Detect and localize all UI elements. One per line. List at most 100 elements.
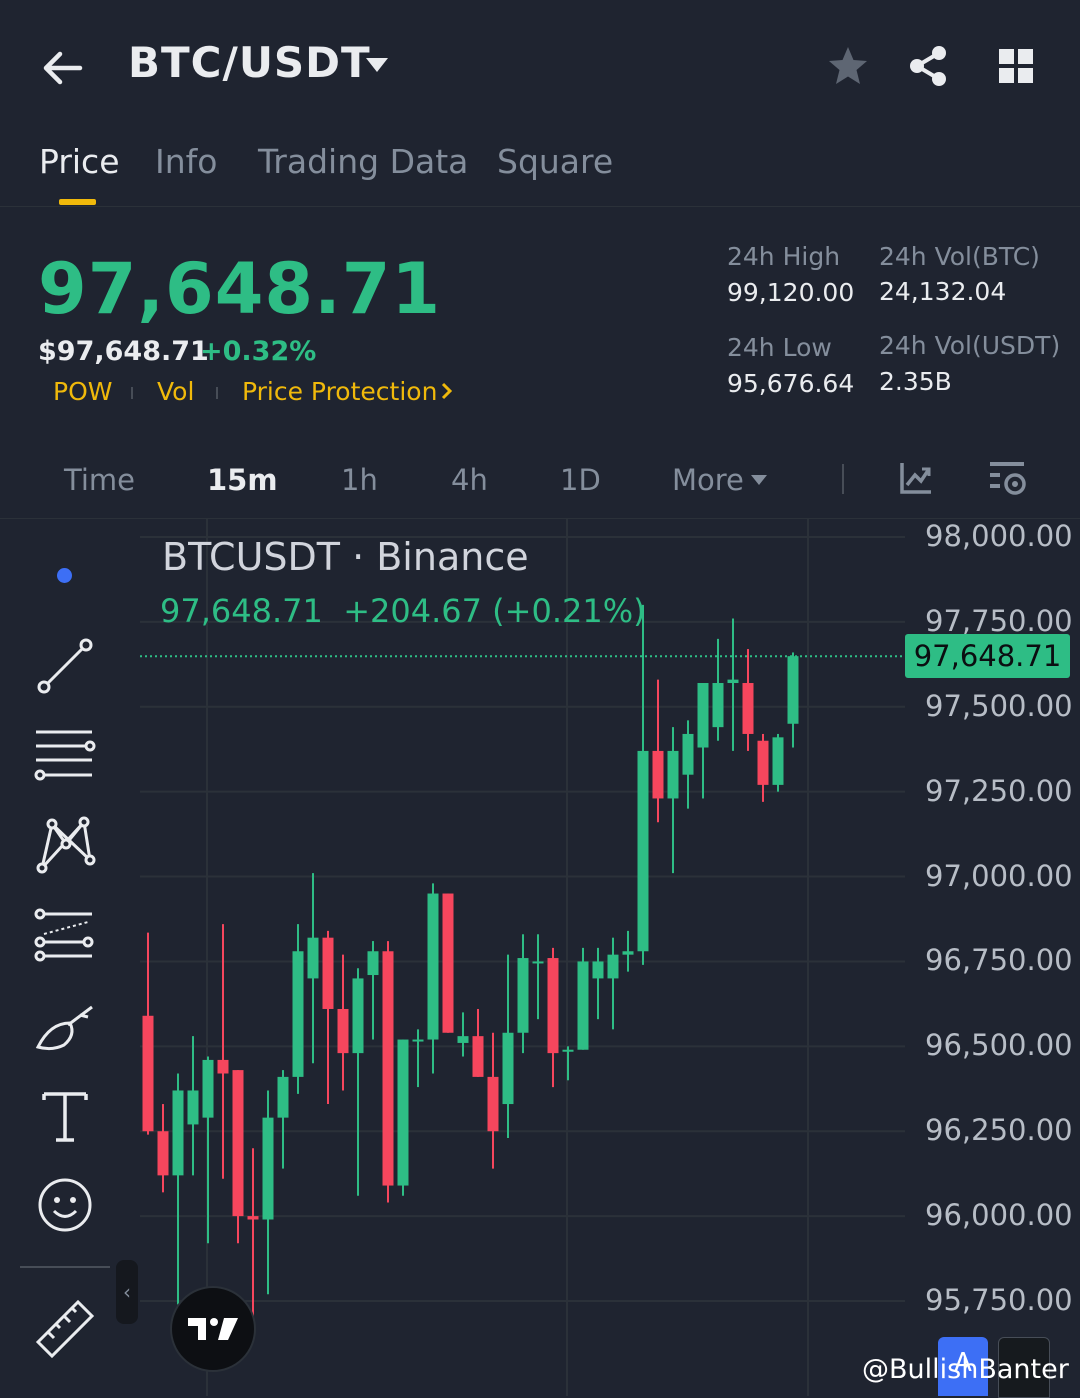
more-caret-icon[interactable] bbox=[750, 474, 768, 486]
active-tool-dot bbox=[57, 568, 72, 583]
candle-body bbox=[307, 937, 319, 979]
candle-body bbox=[322, 937, 334, 1009]
candle-up bbox=[712, 638, 724, 741]
candle-body bbox=[547, 958, 559, 1054]
grid-menu-icon[interactable] bbox=[996, 46, 1036, 86]
candle-up bbox=[517, 934, 529, 1054]
candle-down bbox=[742, 649, 754, 751]
tab-price[interactable]: Price bbox=[39, 142, 120, 181]
candle-up bbox=[397, 1039, 409, 1196]
candle-body bbox=[562, 1049, 574, 1052]
horizontal-lines-tool-icon[interactable] bbox=[30, 720, 100, 790]
candle-up bbox=[727, 618, 739, 751]
chart-settings-icon[interactable] bbox=[988, 460, 1028, 498]
indicators-icon[interactable] bbox=[898, 460, 934, 496]
ruler-tool-icon[interactable] bbox=[30, 1292, 100, 1362]
candle-body bbox=[532, 961, 544, 964]
tab-trading-data[interactable]: Trading Data bbox=[258, 142, 468, 181]
share-icon[interactable] bbox=[906, 44, 950, 88]
candle-up bbox=[637, 604, 649, 965]
candle-up bbox=[412, 1029, 424, 1088]
back-arrow-icon[interactable] bbox=[40, 46, 84, 90]
toolbar-separator bbox=[20, 1266, 110, 1268]
candle-body bbox=[577, 961, 589, 1050]
y-axis-label: 96,500.00 bbox=[925, 1028, 1073, 1063]
chevron-right-icon[interactable] bbox=[440, 381, 454, 401]
interval-4h[interactable]: 4h bbox=[451, 463, 488, 497]
candle-up bbox=[457, 1012, 469, 1057]
interval-15m[interactable]: 15m bbox=[207, 463, 278, 497]
candle-body bbox=[202, 1059, 214, 1118]
candle-up bbox=[352, 968, 364, 1196]
tag-vol[interactable]: Vol bbox=[157, 377, 194, 406]
text-tool-icon[interactable] bbox=[30, 1082, 100, 1152]
candle-body bbox=[502, 1032, 514, 1105]
candle-up bbox=[427, 883, 439, 1074]
candle-body bbox=[247, 1216, 259, 1220]
candle-up bbox=[532, 934, 544, 1020]
candle-down bbox=[337, 954, 349, 1091]
fib-levels-tool-icon[interactable] bbox=[30, 900, 100, 970]
candle-up bbox=[307, 873, 319, 1064]
vol-usdt-value: 2.35B bbox=[879, 367, 952, 396]
last-price: 97,648.71 bbox=[38, 248, 442, 330]
candle-down bbox=[382, 941, 394, 1203]
candle-up bbox=[592, 947, 604, 1020]
interval-time[interactable]: Time bbox=[64, 463, 135, 497]
candle-body bbox=[412, 1039, 424, 1042]
percent-change: +0.32% bbox=[200, 336, 317, 367]
candle-up bbox=[772, 733, 784, 792]
watermark-handle: @BullishBanter bbox=[862, 1354, 1069, 1385]
candle-body bbox=[487, 1076, 499, 1132]
brush-tool-icon[interactable] bbox=[30, 995, 100, 1065]
interval-more[interactable]: More bbox=[672, 463, 744, 497]
emoji-tool-icon[interactable] bbox=[30, 1170, 100, 1240]
candle-up bbox=[277, 1070, 289, 1169]
toolbar-collapse-handle[interactable]: ‹ bbox=[116, 1260, 138, 1324]
tab-info[interactable]: Info bbox=[155, 142, 217, 181]
low-value: 95,676.64 bbox=[727, 369, 855, 398]
tag-pow[interactable]: POW bbox=[53, 377, 112, 406]
candle-up bbox=[682, 720, 694, 809]
candle-body bbox=[517, 958, 529, 1033]
pair-title[interactable]: BTC/USDT bbox=[128, 38, 371, 87]
candle-body bbox=[352, 978, 364, 1054]
pair-dropdown-caret-icon[interactable] bbox=[364, 56, 390, 74]
tag-price-protection[interactable]: Price Protection bbox=[242, 377, 437, 406]
candle-body bbox=[457, 1036, 469, 1043]
high-label: 24h High bbox=[727, 242, 841, 271]
candle-body bbox=[682, 733, 694, 775]
candle-body bbox=[607, 954, 619, 979]
candle-down bbox=[232, 1070, 244, 1244]
tradingview-logo[interactable] bbox=[170, 1286, 256, 1372]
candle-up bbox=[667, 727, 679, 874]
candle-body bbox=[142, 1015, 154, 1132]
interval-1h[interactable]: 1h bbox=[341, 463, 378, 497]
candle-body bbox=[712, 683, 724, 728]
candle-body bbox=[232, 1070, 244, 1217]
candle-body bbox=[667, 750, 679, 799]
candle-up bbox=[562, 1046, 574, 1081]
favorite-star-icon[interactable] bbox=[826, 44, 870, 88]
candle-body bbox=[772, 737, 784, 785]
candle-up bbox=[292, 924, 304, 1094]
candle-body bbox=[382, 951, 394, 1186]
candle-up bbox=[622, 930, 634, 972]
tab-square[interactable]: Square bbox=[497, 142, 613, 181]
candle-body bbox=[217, 1059, 229, 1074]
candle-body bbox=[367, 951, 379, 976]
pattern-tool-icon[interactable] bbox=[30, 810, 100, 880]
trend-line-tool-icon[interactable] bbox=[30, 632, 100, 702]
candle-up bbox=[502, 954, 514, 1139]
candle-body bbox=[787, 656, 799, 724]
candle-up bbox=[172, 1073, 184, 1305]
candle-up bbox=[367, 941, 379, 1040]
tradingview-logo-icon bbox=[188, 1318, 238, 1340]
low-label: 24h Low bbox=[727, 333, 832, 362]
candle-body bbox=[262, 1117, 274, 1220]
interval-1d[interactable]: 1D bbox=[560, 463, 601, 497]
candle-body bbox=[442, 893, 454, 1033]
candle-down bbox=[487, 1032, 499, 1169]
y-axis-label: 96,000.00 bbox=[925, 1198, 1073, 1233]
candle-down bbox=[442, 893, 454, 1033]
